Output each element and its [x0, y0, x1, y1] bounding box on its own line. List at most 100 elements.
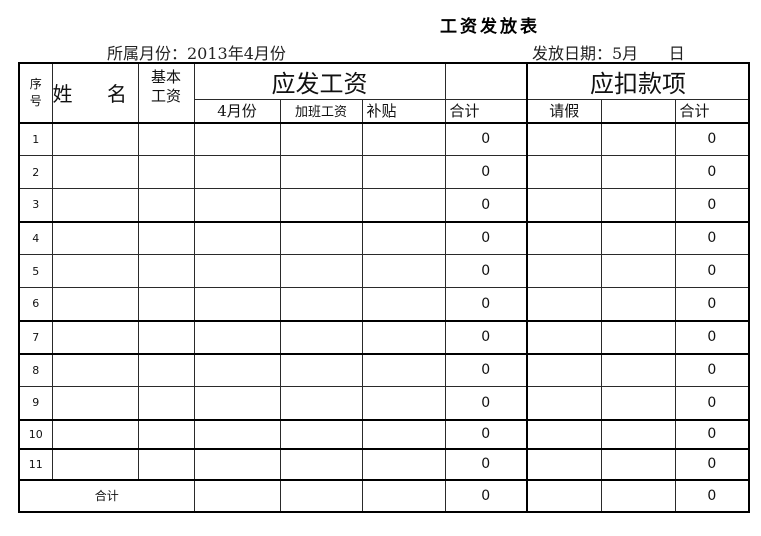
cell-name[interactable]: [51, 287, 139, 322]
cell-leave[interactable]: [526, 287, 602, 322]
cell-name[interactable]: [51, 320, 139, 355]
cell-name[interactable]: [51, 121, 139, 156]
cell-april[interactable]: [193, 121, 281, 156]
cell-leave[interactable]: [526, 320, 602, 355]
cell-base-salary[interactable]: [137, 121, 195, 156]
cell-payable-total: 0: [444, 353, 528, 387]
cell-leave[interactable]: [526, 254, 602, 288]
cell-seq: 11: [18, 448, 53, 481]
cell-leave[interactable]: [526, 386, 602, 421]
cell-seq: 8: [18, 353, 53, 387]
cell-april[interactable]: [193, 320, 281, 355]
cell-deduct-total: 0: [674, 188, 751, 223]
cell-base-salary[interactable]: [137, 221, 195, 255]
cell-subsidy[interactable]: [361, 320, 446, 355]
cell-deduct-other[interactable]: [600, 188, 676, 223]
cell-april[interactable]: [193, 287, 281, 322]
cell-deduct-other[interactable]: [600, 448, 676, 481]
header-deduct-blank: [600, 99, 676, 124]
cell-april[interactable]: [193, 254, 281, 288]
header-base-bottom: 工资: [150, 86, 181, 105]
cell-april[interactable]: [193, 221, 281, 255]
cell-deduct-other[interactable]: [600, 419, 676, 450]
summary-leave[interactable]: [526, 478, 602, 513]
cell-base-salary[interactable]: [137, 353, 195, 387]
cell-deduct-other[interactable]: [600, 353, 676, 387]
cell-subsidy[interactable]: [361, 419, 446, 450]
cell-deduct-total: 0: [674, 353, 751, 387]
cell-overtime[interactable]: [279, 419, 363, 450]
cell-overtime[interactable]: [279, 155, 363, 189]
cell-leave[interactable]: [526, 419, 602, 450]
cell-subsidy[interactable]: [361, 121, 446, 156]
cell-deduct-total: 0: [674, 121, 751, 156]
cell-base-salary[interactable]: [137, 155, 195, 189]
cell-subsidy[interactable]: [361, 353, 446, 387]
cell-deduct-other[interactable]: [600, 320, 676, 355]
cell-deduct-other[interactable]: [600, 221, 676, 255]
cell-leave[interactable]: [526, 353, 602, 387]
cell-subsidy[interactable]: [361, 188, 446, 223]
summary-subsidy[interactable]: [361, 478, 446, 513]
cell-name[interactable]: [51, 188, 139, 223]
cell-deduct-total: 0: [674, 320, 751, 355]
cell-leave[interactable]: [526, 155, 602, 189]
cell-leave[interactable]: [526, 448, 602, 481]
cell-subsidy[interactable]: [361, 254, 446, 288]
summary-deduct-other[interactable]: [600, 478, 676, 513]
cell-name[interactable]: [51, 419, 139, 450]
cell-overtime[interactable]: [279, 121, 363, 156]
cell-leave[interactable]: [526, 121, 602, 156]
cell-overtime[interactable]: [279, 353, 363, 387]
cell-overtime[interactable]: [279, 287, 363, 322]
cell-overtime[interactable]: [279, 221, 363, 255]
cell-payable-total: 0: [444, 448, 528, 481]
cell-leave[interactable]: [526, 221, 602, 255]
cell-name[interactable]: [51, 353, 139, 387]
header-deduct-group: 应扣款项: [526, 62, 751, 100]
cell-base-salary[interactable]: [137, 188, 195, 223]
cell-base-salary[interactable]: [137, 320, 195, 355]
cell-subsidy[interactable]: [361, 155, 446, 189]
cell-subsidy[interactable]: [361, 386, 446, 421]
cell-base-salary[interactable]: [137, 287, 195, 322]
cell-name[interactable]: [51, 221, 139, 255]
cell-seq: 2: [18, 155, 53, 189]
cell-name[interactable]: [51, 155, 139, 189]
cell-name[interactable]: [51, 386, 139, 421]
cell-deduct-other[interactable]: [600, 287, 676, 322]
cell-seq: 10: [18, 419, 53, 450]
cell-subsidy[interactable]: [361, 287, 446, 322]
cell-deduct-other[interactable]: [600, 254, 676, 288]
cell-deduct-other[interactable]: [600, 155, 676, 189]
cell-subsidy[interactable]: [361, 448, 446, 481]
cell-base-salary[interactable]: [137, 448, 195, 481]
cell-april[interactable]: [193, 386, 281, 421]
cell-overtime[interactable]: [279, 188, 363, 223]
cell-overtime[interactable]: [279, 254, 363, 288]
payroll-table: 序 号 姓 名 基本 工资 应发工资 应扣款项 4月份 加班工资 补贴 合计 请…: [18, 62, 751, 513]
cell-deduct-total: 0: [674, 155, 751, 189]
cell-base-salary[interactable]: [137, 386, 195, 421]
cell-overtime[interactable]: [279, 386, 363, 421]
cell-name[interactable]: [51, 448, 139, 481]
cell-april[interactable]: [193, 353, 281, 387]
cell-seq: 3: [18, 188, 53, 223]
cell-april[interactable]: [193, 448, 281, 481]
cell-deduct-other[interactable]: [600, 121, 676, 156]
table-row: 7 0 0: [18, 320, 751, 355]
cell-deduct-other[interactable]: [600, 386, 676, 421]
cell-subsidy[interactable]: [361, 221, 446, 255]
header-base-top: 基本: [150, 67, 181, 86]
cell-name[interactable]: [51, 254, 139, 288]
summary-april[interactable]: [193, 478, 281, 513]
cell-april[interactable]: [193, 155, 281, 189]
summary-overtime[interactable]: [279, 478, 363, 513]
cell-overtime[interactable]: [279, 448, 363, 481]
cell-overtime[interactable]: [279, 320, 363, 355]
cell-april[interactable]: [193, 419, 281, 450]
cell-base-salary[interactable]: [137, 254, 195, 288]
cell-april[interactable]: [193, 188, 281, 223]
cell-leave[interactable]: [526, 188, 602, 223]
cell-base-salary[interactable]: [137, 419, 195, 450]
